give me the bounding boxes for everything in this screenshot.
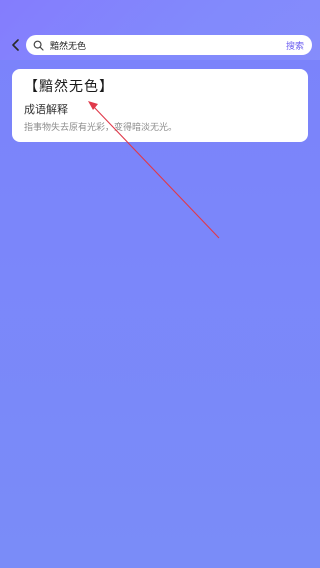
search-bar: 搜索 — [8, 34, 312, 56]
search-box: 搜索 — [26, 35, 312, 55]
idiom-definition: 指事物失去原有光彩，变得暗淡无光。 — [24, 123, 178, 133]
search-button[interactable]: 搜索 — [286, 39, 304, 52]
section-heading: 成语解释 — [24, 103, 68, 116]
idiom-title: 【黯然无色】 — [24, 79, 114, 95]
result-card[interactable]: 【黯然无色】 成语解释 指事物失去原有光彩，变得暗淡无光。 — [12, 69, 308, 142]
search-icon — [32, 39, 44, 51]
back-button[interactable] — [8, 34, 24, 56]
chevron-left-icon — [12, 39, 19, 51]
search-input[interactable] — [50, 40, 286, 50]
